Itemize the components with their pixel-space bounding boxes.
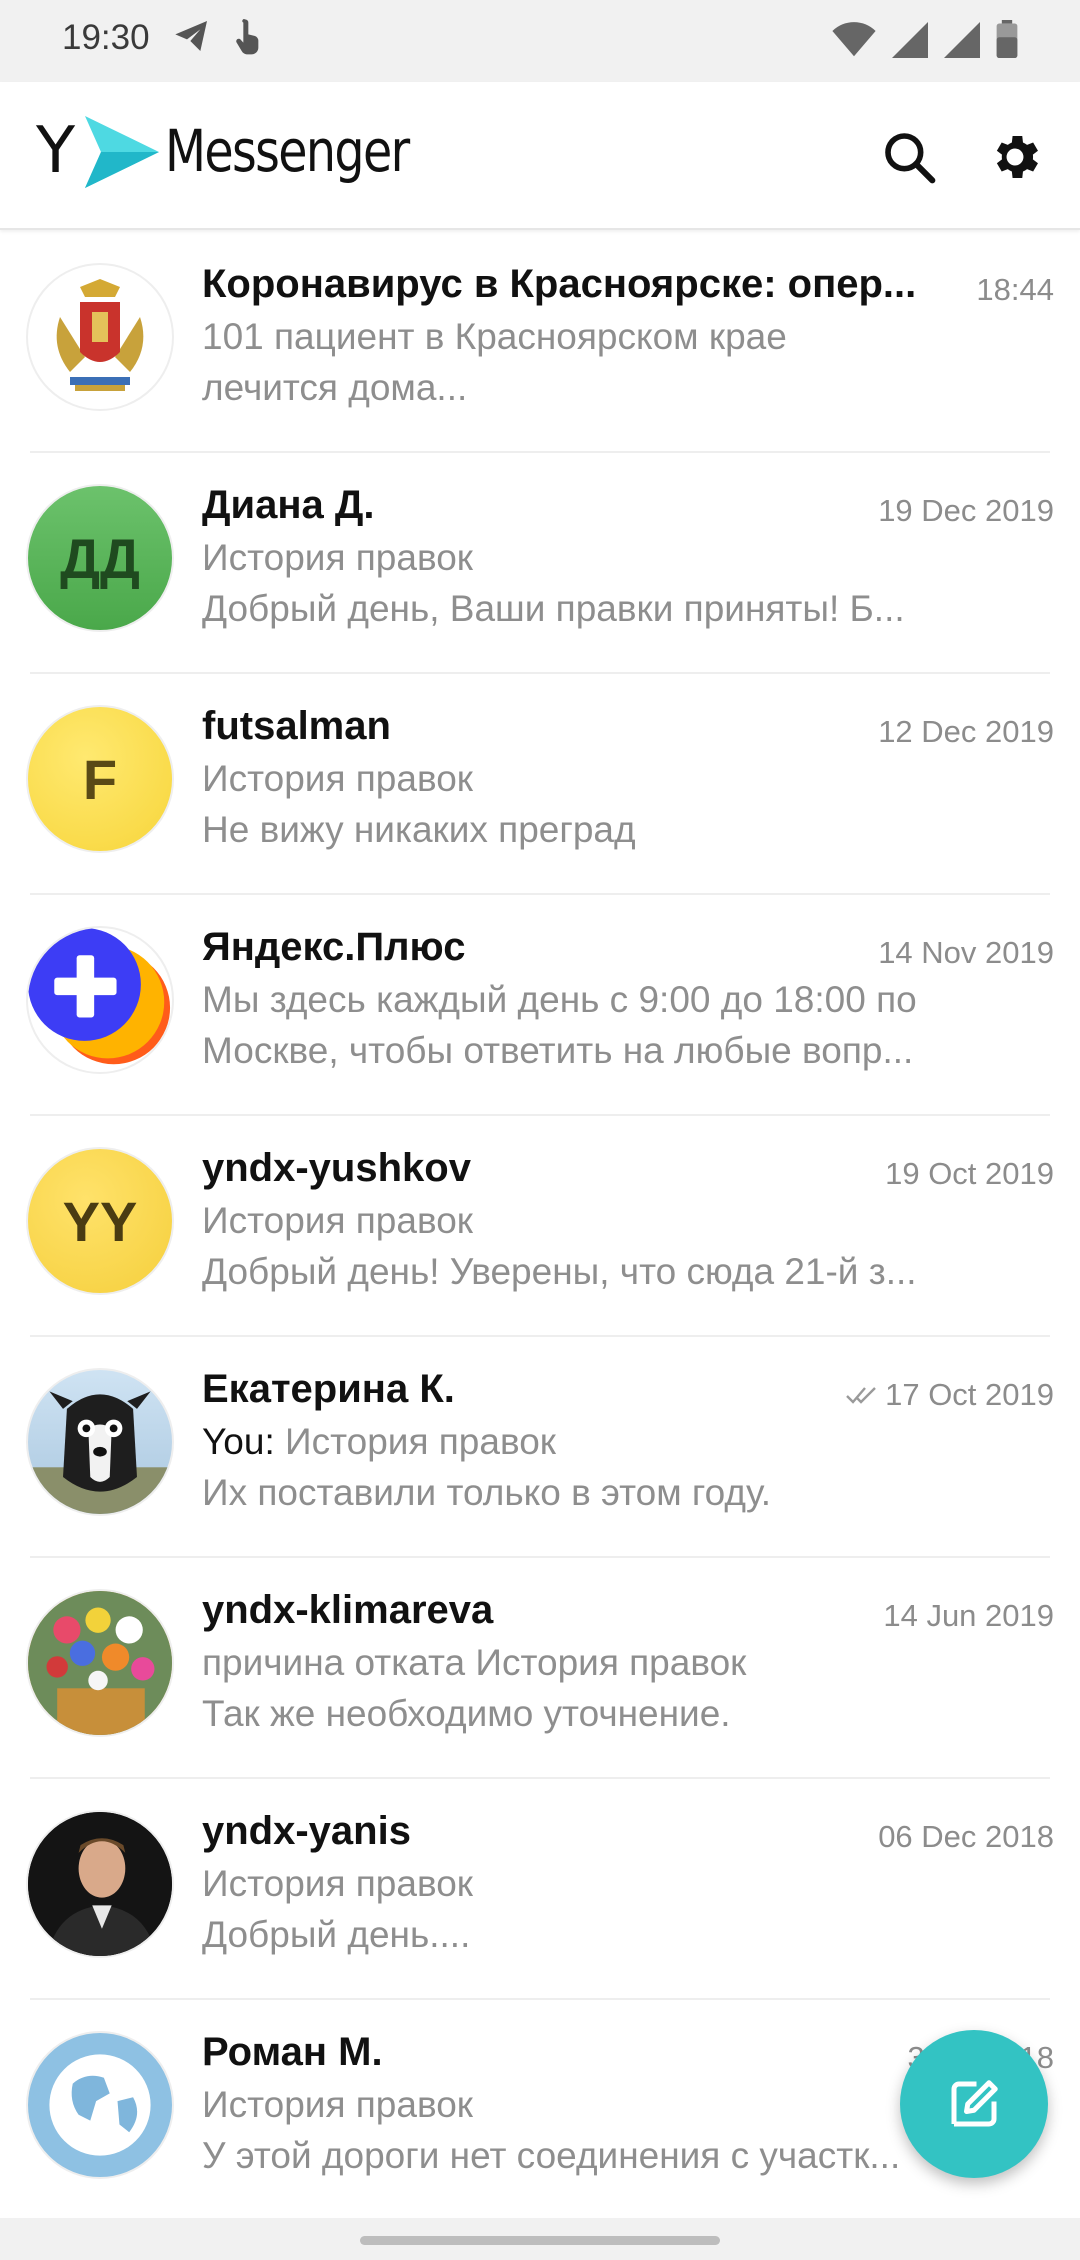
chat-item[interactable]: Коронавирус в Красноярске: опер... 18:44… [0, 232, 1080, 453]
chat-item[interactable]: Екатерина К. 17 Oct 2019 You: История пр… [0, 1337, 1080, 1558]
chat-preview-line1: причина отката История правок [202, 1642, 747, 1683]
chat-name: futsalman [202, 704, 391, 748]
avatar [26, 1589, 174, 1737]
chat-preview-line2: лечится дома... [202, 367, 468, 408]
chat-preview-line1: История правок [202, 1863, 473, 1904]
chat-item[interactable]: ДД Диана Д. 19 Dec 2019 История правок Д… [0, 453, 1080, 674]
telegram-icon [175, 21, 207, 51]
signal-icon [944, 22, 980, 58]
chat-item[interactable]: Яндекс.Плюс 14 Nov 2019 Мы здесь каждый … [0, 895, 1080, 1116]
chat-date: 12 Dec 2019 [878, 714, 1054, 749]
chat-date: 06 Dec 2018 [878, 1819, 1054, 1854]
avatar [26, 1810, 174, 1958]
chat-preview-line2: Добрый день, Ваши правки приняты! Б... [202, 588, 905, 629]
chat-preview-line2: Их поставили только в этом году. [202, 1472, 772, 1513]
avatar [26, 926, 174, 1074]
globe-icon [29, 2034, 171, 2176]
chat-list: Коронавирус в Красноярске: опер... 18:44… [0, 232, 1080, 2221]
chat-preview-line1: История правок [202, 1200, 473, 1241]
chat-name: yndx-yanis [202, 1809, 411, 1853]
wifi-icon [832, 22, 876, 57]
chat-preview-line2: Так же необходимо уточнение. [202, 1693, 731, 1734]
chat-preview-line2: Не вижу никаких преград [202, 809, 636, 850]
chat-name: Диана Д. [202, 483, 375, 527]
yandex-plus-icon [28, 928, 171, 1065]
app-logo: Y Messenger [36, 112, 462, 190]
search-button[interactable] [874, 122, 944, 192]
chat-item[interactable]: yndx-klimareva 14 Jun 2019 причина откат… [0, 1558, 1080, 1779]
status-bar: 19:30 [0, 0, 1080, 82]
chat-item[interactable]: YY yndx-yushkov 19 Oct 2019 История прав… [0, 1116, 1080, 1337]
chat-name: Яндекс.Плюс [202, 925, 466, 969]
chat-date: 17 Oct 2019 [845, 1377, 1054, 1413]
double-check-icon [846, 1387, 876, 1404]
person-photo-icon [28, 1812, 172, 1956]
chat-preview-line2: Добрый день.... [202, 1914, 471, 1955]
chat-preview-line1: 101 пациент в Красноярском крае [202, 316, 787, 357]
logo-text: Messenger [165, 117, 410, 185]
chat-preview-line2: У этой дороги нет соединения с участк... [202, 2135, 901, 2176]
coat-of-arms-icon [56, 279, 144, 391]
signal-icon [892, 22, 928, 58]
dog-photo-icon [28, 1391, 172, 1514]
status-time: 19:30 [62, 18, 150, 57]
avatar [26, 263, 174, 411]
chat-preview-line2: Добрый день! Уверены, что сюда 21-й з... [202, 1251, 917, 1292]
logo-arrow-icon [85, 116, 160, 188]
avatar: YY [26, 1147, 174, 1295]
chat-item[interactable]: F futsalman 12 Dec 2019 История правок Н… [0, 674, 1080, 895]
chat-date: 14 Jun 2019 [883, 1598, 1054, 1633]
chat-name: yndx-yushkov [202, 1146, 471, 1190]
avatar: ДД [26, 484, 174, 632]
gear-icon [996, 135, 1038, 179]
logo-letter: Y [36, 114, 76, 188]
chat-name: Екатерина К. [202, 1367, 455, 1411]
chat-date: 19 Dec 2019 [878, 493, 1054, 528]
compose-icon [951, 2080, 998, 2127]
search-icon [885, 133, 936, 184]
chat-preview-line1: История правок [202, 758, 473, 799]
chat-date: 18:44 [976, 272, 1054, 307]
compose-button[interactable] [900, 2030, 1048, 2178]
avatar: F [26, 705, 174, 853]
hand-touch-icon [236, 19, 259, 55]
avatar [26, 2031, 174, 2179]
chat-date: 14 Nov 2019 [878, 935, 1054, 970]
chat-preview-line2: Москве, чтобы ответить на любые вопр... [202, 1030, 914, 1071]
chat-preview-line1: История правок [202, 2084, 473, 2125]
flowers-painting-icon [28, 1591, 172, 1735]
chat-name: yndx-klimareva [202, 1588, 494, 1632]
settings-button[interactable] [980, 122, 1050, 192]
chat-preview-line1: История правок [202, 537, 473, 578]
chat-name: Роман М. [202, 2030, 383, 2074]
battery-icon [996, 20, 1018, 58]
chat-date: 19 Oct 2019 [885, 1156, 1054, 1191]
nav-gesture-handle[interactable] [360, 2236, 720, 2245]
you-prefix: You: [202, 1421, 275, 1462]
chat-item[interactable]: yndx-yanis 06 Dec 2018 История правок До… [0, 1779, 1080, 2000]
chat-preview-line1: Мы здесь каждый день с 9:00 до 18:00 по [202, 979, 917, 1020]
chat-preview-line1: You: История правок [202, 1421, 556, 1462]
chat-name: Коронавирус в Красноярске: опер... [202, 262, 917, 306]
avatar [26, 1368, 174, 1516]
app-header: Y Messenger [0, 82, 1080, 230]
